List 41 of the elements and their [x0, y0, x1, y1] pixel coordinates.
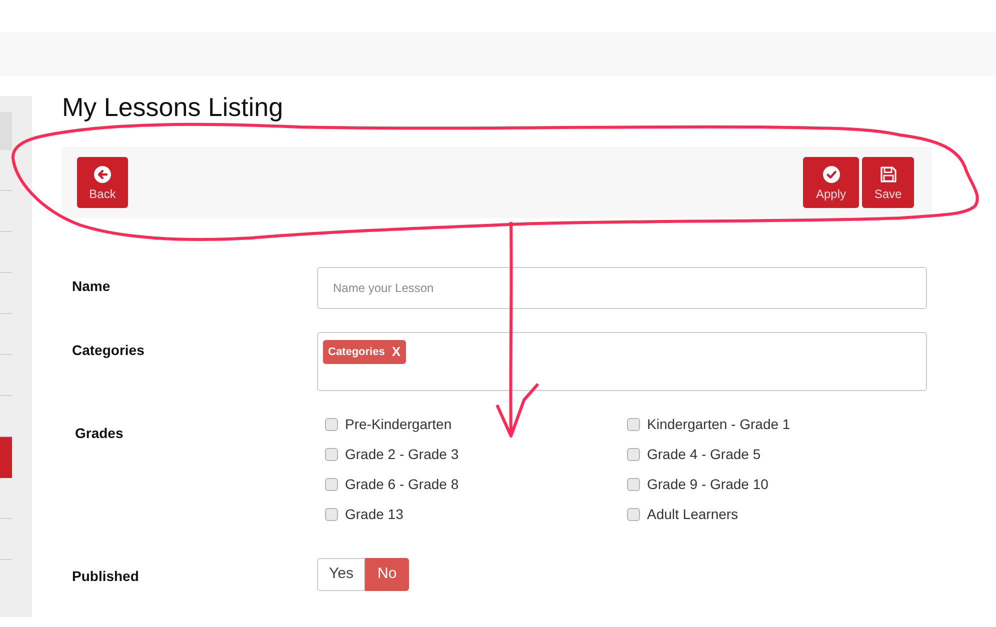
- checkbox[interactable]: [325, 448, 338, 460]
- option-label: Kindergarten - Grade 1: [647, 414, 790, 434]
- grade-option[interactable]: Grade 13: [325, 499, 627, 529]
- sidebar-item[interactable]: [0, 437, 12, 478]
- toggle-option[interactable]: No: [365, 558, 409, 591]
- checkbox[interactable]: [627, 448, 640, 460]
- checkbox[interactable]: [325, 418, 338, 430]
- back-button[interactable]: Back: [77, 157, 128, 208]
- grade-option[interactable]: Kindergarten - Grade 1: [627, 409, 929, 439]
- option-label: Adult Learners: [647, 504, 738, 524]
- grade-option[interactable]: Grade 9 - Grade 10: [627, 469, 929, 499]
- save-button[interactable]: Save: [862, 157, 914, 208]
- field-label: Name: [71, 277, 112, 296]
- option-label: Grade 4 - Grade 5: [647, 444, 761, 464]
- grade-option[interactable]: Grade 2 - Grade 3: [325, 439, 627, 469]
- remove-tag-button[interactable]: X: [392, 345, 401, 359]
- sidebar-header: [0, 112, 12, 150]
- checkbox[interactable]: [627, 418, 640, 430]
- grade-option[interactable]: Grade 6 - Grade 8: [325, 469, 627, 499]
- field-label: Grades: [74, 424, 124, 443]
- name-input[interactable]: Name your Lesson: [317, 267, 927, 309]
- checkbox[interactable]: [627, 478, 640, 490]
- field-label: Published: [71, 567, 140, 586]
- checkbox[interactable]: [325, 508, 338, 520]
- option-label: Grade 13: [345, 504, 404, 524]
- grade-option[interactable]: Grade 4 - Grade 5: [627, 439, 929, 469]
- checkbox[interactable]: [627, 508, 640, 520]
- apply-button[interactable]: Apply: [803, 157, 859, 208]
- check-circle-icon: [822, 166, 840, 183]
- grade-option[interactable]: Adult Learners: [627, 499, 929, 529]
- categories-input[interactable]: Categories X: [317, 332, 927, 391]
- checkbox[interactable]: [325, 478, 338, 490]
- field-label: Categories: [71, 341, 146, 360]
- option-label: Grade 2 - Grade 3: [345, 444, 459, 464]
- tag-label: Categories: [328, 345, 385, 359]
- page-title: My Lessons Listing: [62, 92, 284, 122]
- option-label: Grade 6 - Grade 8: [345, 474, 459, 494]
- option-label: Grade 9 - Grade 10: [647, 474, 768, 494]
- grade-option[interactable]: Pre-Kindergarten: [325, 409, 627, 439]
- toggle-option[interactable]: Yes: [317, 558, 366, 591]
- option-label: Pre-Kindergarten: [345, 414, 452, 434]
